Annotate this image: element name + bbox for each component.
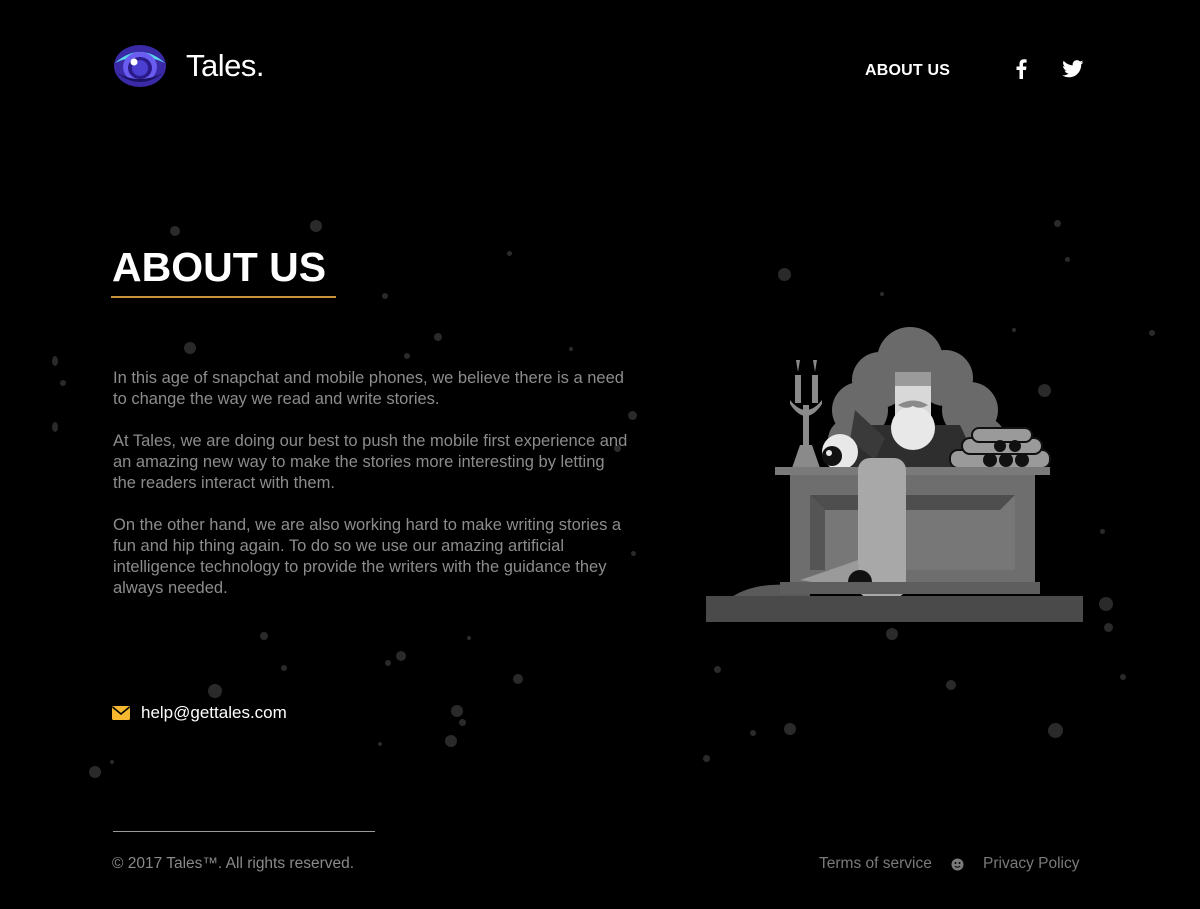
footer-divider bbox=[113, 831, 375, 832]
smiley-icon bbox=[951, 858, 964, 871]
mail-icon bbox=[112, 706, 130, 720]
copyright-text: © 2017 Tales™. All rights reserved. bbox=[112, 855, 355, 872]
about-paragraph: On the other hand, we are also working h… bbox=[113, 516, 622, 597]
email-address: help@gettales.com bbox=[141, 703, 287, 722]
nav-about-us[interactable]: ABOUT US bbox=[865, 62, 950, 80]
brand-name: Tales. bbox=[186, 48, 264, 83]
title-underline bbox=[111, 296, 336, 298]
about-paragraph: At Tales, we are doing our best to push … bbox=[113, 432, 628, 492]
twitter-icon[interactable] bbox=[1062, 58, 1084, 80]
eye-icon bbox=[114, 45, 166, 87]
email-link[interactable]: help@gettales.com bbox=[112, 703, 287, 723]
about-text: In this age of snapchat and mobile phone… bbox=[113, 368, 628, 620]
page-title: ABOUT US bbox=[112, 244, 327, 290]
about-paragraph: In this age of snapchat and mobile phone… bbox=[113, 369, 624, 408]
terms-of-service-link[interactable]: Terms of service bbox=[819, 855, 932, 873]
privacy-policy-link[interactable]: Privacy Policy bbox=[983, 855, 1079, 873]
facebook-icon[interactable] bbox=[1010, 58, 1032, 80]
brand-logo-link[interactable]: Tales. bbox=[113, 43, 264, 89]
writer-at-desk-illustration bbox=[706, 327, 1083, 622]
